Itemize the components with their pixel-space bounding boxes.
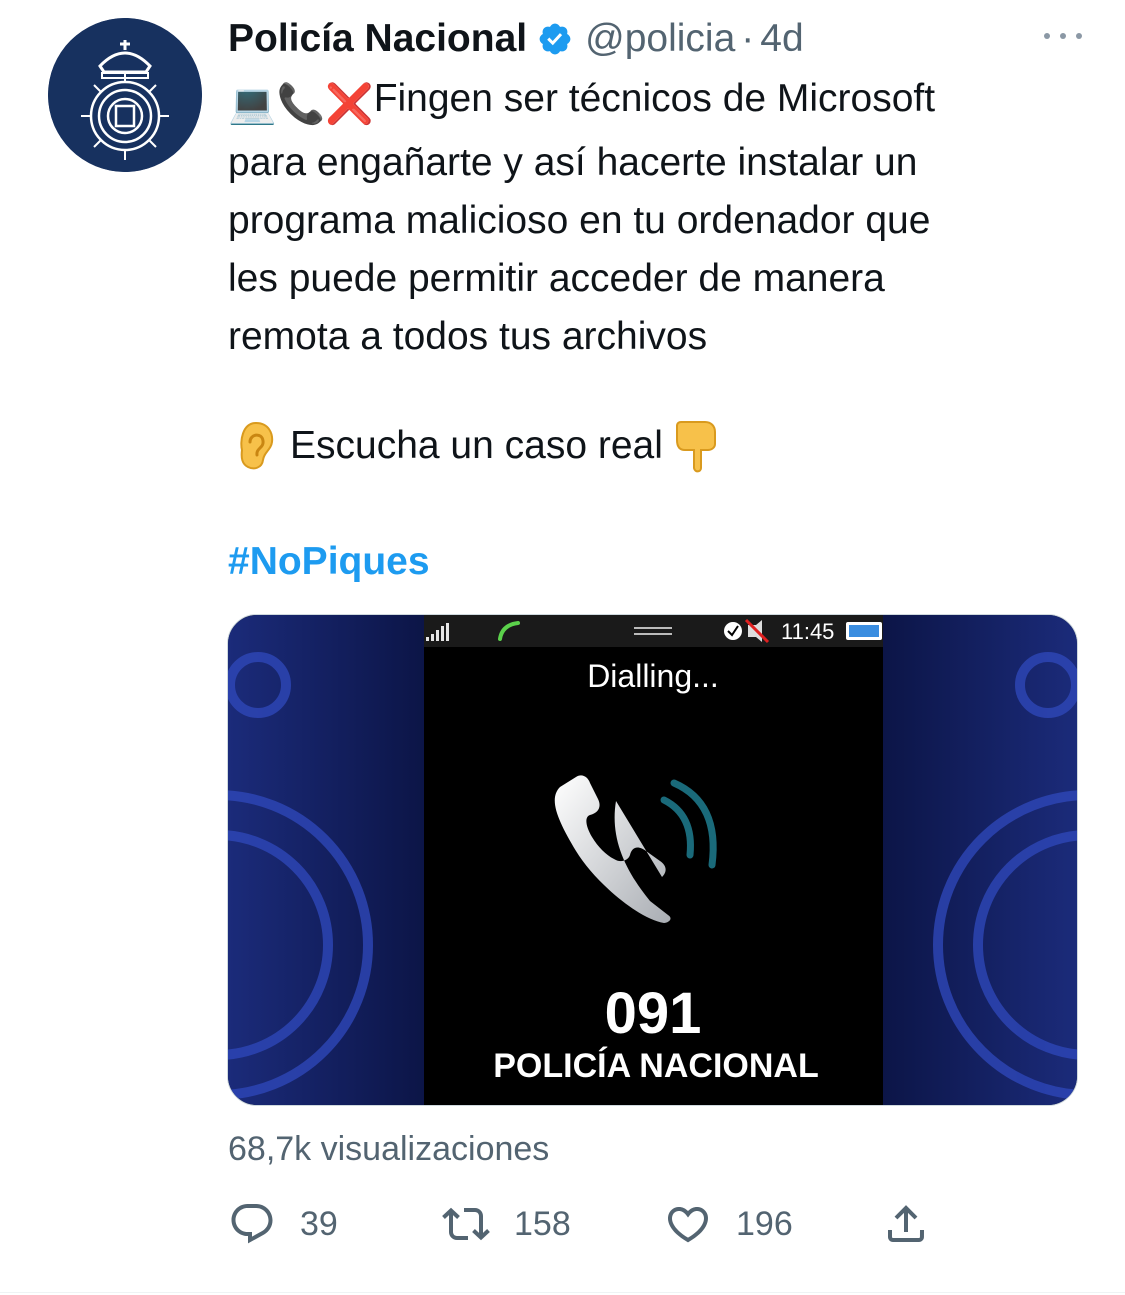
tweet-line-3: programa malicioso en tu ordenador que <box>228 199 931 242</box>
police-badge-logo <box>48 18 202 172</box>
avatar[interactable] <box>48 18 202 172</box>
like-button[interactable]: 196 <box>664 1200 793 1248</box>
reply-icon <box>231 1204 273 1244</box>
verified-badge-icon <box>539 23 571 55</box>
action-bar: 39 158 196 <box>228 1200 948 1256</box>
retweet-button[interactable]: 158 <box>442 1200 571 1248</box>
share-icon <box>888 1205 924 1242</box>
retweet-icon <box>442 1207 490 1241</box>
emoji-prefix: 💻📞❌ <box>228 83 374 126</box>
reply-button[interactable]: 39 <box>228 1200 338 1248</box>
tweet-line-1: 💻📞❌Fingen ser técnicos de Microsoft <box>228 70 1098 134</box>
more-icon[interactable] <box>1041 24 1085 48</box>
alarm-icon <box>724 622 742 640</box>
tweet-line-5: remota a todos tus archivos <box>228 315 708 358</box>
share-button[interactable] <box>882 1200 930 1248</box>
tweet-line-4: les puede permitir acceder de manera <box>228 257 885 300</box>
pointing-down-icon <box>675 421 716 473</box>
tweet-line-2: para engañarte y así hacerte instalar un <box>228 141 918 184</box>
retweet-count: 158 <box>514 1204 571 1243</box>
author-name[interactable]: Policía Nacional <box>228 17 527 61</box>
video-thumbnail: 11:45 Dialling... 091 POLICÍA NACIONAL <box>228 615 1077 1105</box>
tweet-time[interactable]: 4d <box>760 17 803 61</box>
heart-icon <box>667 1207 709 1243</box>
author-handle[interactable]: @policia <box>585 17 735 61</box>
caller-name: POLICÍA NACIONAL <box>493 1047 819 1085</box>
separator-dot: · <box>741 17 755 60</box>
view-count: 68,7k visualizaciones <box>228 1130 550 1168</box>
tweet-header: Policía Nacional @policia · 4d <box>228 14 1085 64</box>
dialling-label: Dialling... <box>587 658 719 694</box>
listen-line: Escucha un caso real <box>236 417 719 475</box>
bottom-divider <box>0 1292 1125 1293</box>
listen-text: Escucha un caso real <box>290 424 663 467</box>
like-count: 196 <box>736 1204 793 1243</box>
reply-count: 39 <box>300 1204 338 1243</box>
dialled-number: 091 <box>605 981 702 1046</box>
ear-icon <box>240 421 274 470</box>
media-video[interactable]: 11:45 Dialling... 091 POLICÍA NACIONAL <box>227 614 1078 1106</box>
hashtag-link[interactable]: #NoPiques <box>228 533 430 591</box>
status-time: 11:45 <box>781 619 834 644</box>
tweet-text: 💻📞❌Fingen ser técnicos de Microsoft para… <box>228 70 1098 366</box>
